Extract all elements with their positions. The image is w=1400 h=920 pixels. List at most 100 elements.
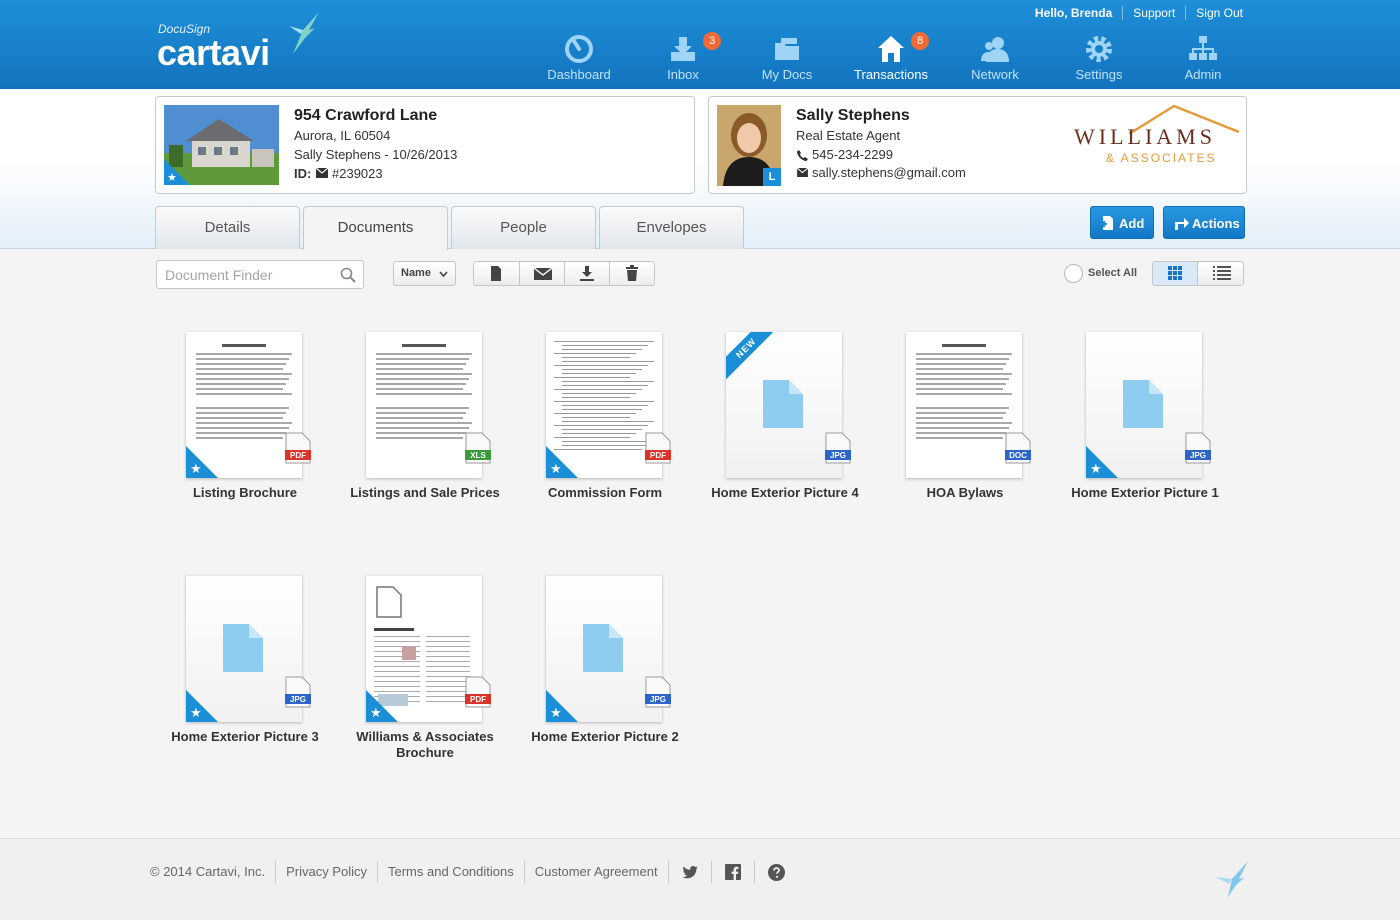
tab-documents[interactable]: Documents — [303, 206, 448, 250]
document-actions-group — [473, 261, 655, 286]
sort-select-value: Name — [401, 267, 431, 279]
twitter-icon — [682, 865, 698, 878]
nav-dashboard[interactable]: Dashboard — [527, 34, 631, 86]
document-tile[interactable]: ★ PDF Commission Form — [515, 332, 695, 522]
agent-card[interactable]: L Sally Stephens Real Estate Agent 545-2… — [708, 96, 1247, 194]
jpg-file-type-icon: JPG — [825, 432, 851, 464]
trash-icon — [626, 265, 638, 281]
actions-button-label: Actions — [1192, 216, 1240, 231]
document-name[interactable]: Home Exterior Picture 2 — [515, 729, 695, 745]
nav-network[interactable]: Network — [943, 34, 1047, 86]
brokerage-name: WILLIAMS — [1074, 124, 1216, 149]
privacy-policy-link[interactable]: Privacy Policy — [275, 861, 377, 883]
document-name[interactable]: Home Exterior Picture 4 — [695, 485, 875, 501]
document-finder-input[interactable] — [165, 265, 335, 285]
twitter-link[interactable] — [667, 861, 711, 883]
transaction-info-band: ★ 954 Crawford Lane Aurora, IL 60504 Sal… — [0, 89, 1400, 250]
file-icon — [1123, 380, 1163, 428]
inbox-badge: 3 — [703, 32, 721, 50]
document-name[interactable]: Listing Brochure — [155, 485, 335, 501]
document-tile[interactable]: ★ PDF Williams & Associates Brochure — [335, 576, 515, 766]
nav-my-docs[interactable]: My Docs — [735, 34, 839, 86]
help-icon — [767, 863, 785, 881]
svg-text:JPG: JPG — [830, 451, 846, 460]
svg-text:PDF: PDF — [290, 451, 306, 460]
tab-people[interactable]: People — [451, 206, 596, 249]
document-tile[interactable]: NEW JPG Home Exterior Picture 4 — [695, 332, 875, 522]
document-name[interactable]: Williams & Associates Brochure — [335, 729, 515, 761]
document-tile[interactable]: ★ JPG Home Exterior Picture 1 — [1055, 332, 1235, 522]
envelope-icon — [534, 267, 552, 280]
email-document-button[interactable] — [519, 262, 564, 285]
help-link[interactable] — [753, 861, 798, 883]
add-button-label: Add — [1119, 216, 1145, 231]
document-tile[interactable]: XLS Listings and Sale Prices — [335, 332, 515, 522]
nav-label: Admin — [1184, 67, 1222, 82]
document-name[interactable]: Listings and Sale Prices — [335, 485, 515, 501]
document-tile[interactable]: ★ JPG Home Exterior Picture 2 — [515, 576, 695, 766]
property-owner-date: Sally Stephens - 10/26/2013 — [294, 147, 458, 162]
terms-link[interactable]: Terms and Conditions — [377, 861, 524, 883]
logo-cartavi-text: cartavi — [157, 32, 270, 73]
nav-settings[interactable]: Settings — [1047, 34, 1151, 86]
jpg-file-type-icon: JPG — [645, 676, 671, 708]
document-tile[interactable]: ★ PDF Listing Brochure — [155, 332, 335, 522]
search-icon[interactable] — [340, 267, 356, 283]
agent-name: Sally Stephens — [796, 107, 910, 124]
nav-label: Inbox — [667, 67, 699, 82]
facebook-icon — [724, 864, 741, 880]
property-address: 954 Crawford Lane — [294, 107, 438, 124]
document-name[interactable]: Home Exterior Picture 1 — [1055, 485, 1235, 501]
hummingbird-icon — [1216, 861, 1248, 897]
sign-out-link[interactable]: Sign Out — [1185, 6, 1243, 20]
my-docs-icon — [775, 38, 799, 60]
envelope-icon — [316, 168, 328, 178]
facebook-link[interactable] — [710, 861, 754, 883]
envelope-icon — [797, 168, 808, 177]
copyright-text: © 2014 Cartavi, Inc. — [150, 864, 266, 879]
document-name[interactable]: Commission Form — [515, 485, 695, 501]
sort-select[interactable]: Name — [393, 261, 456, 286]
document-name[interactable]: Home Exterior Picture 3 — [155, 729, 335, 745]
org-chart-icon — [1189, 36, 1217, 60]
add-button[interactable]: Add — [1090, 206, 1154, 239]
documents-toolbar: Name Select All — [0, 250, 1400, 300]
document-tile[interactable]: DOC HOA Bylaws — [875, 332, 1055, 522]
svg-text:XLS: XLS — [470, 451, 486, 460]
nav-admin[interactable]: Admin — [1151, 34, 1255, 86]
nav-inbox[interactable]: 3 Inbox — [631, 32, 735, 86]
nav-label: Dashboard — [547, 67, 611, 82]
select-all-radio[interactable] — [1064, 264, 1083, 283]
nav-transactions[interactable]: 8 Transactions — [839, 32, 943, 86]
pdf-file-type-icon: PDF — [465, 676, 491, 708]
property-photo: ★ — [164, 105, 279, 185]
view-document-button[interactable] — [474, 262, 519, 285]
delete-document-button[interactable] — [609, 262, 654, 285]
file-icon — [223, 624, 263, 672]
chevron-down-icon — [439, 271, 448, 277]
customer-agreement-link[interactable]: Customer Agreement — [523, 861, 668, 883]
tab-details[interactable]: Details — [155, 206, 300, 249]
agent-phone[interactable]: 545-234-2299 — [812, 147, 893, 162]
document-name[interactable]: HOA Bylaws — [875, 485, 1055, 501]
pdf-file-type-icon: PDF — [285, 432, 311, 464]
download-icon — [580, 266, 594, 281]
svg-text:PDF: PDF — [650, 451, 666, 460]
support-link[interactable]: Support — [1122, 6, 1185, 20]
document-icon — [491, 266, 501, 281]
svg-text:DOC: DOC — [1009, 451, 1027, 460]
inbox-icon — [671, 37, 695, 61]
list-view-button[interactable] — [1198, 262, 1243, 285]
pdf-file-type-icon: PDF — [645, 432, 671, 464]
document-tile[interactable]: ★ JPG Home Exterior Picture 3 — [155, 576, 335, 766]
agent-email[interactable]: sally.stephens@gmail.com — [812, 165, 966, 180]
star-icon: ★ — [370, 705, 382, 720]
tab-envelopes[interactable]: Envelopes — [599, 206, 744, 249]
footer-links: © 2014 Cartavi, Inc. Privacy Policy Term… — [150, 861, 798, 883]
svg-text:JPG: JPG — [650, 695, 666, 704]
grid-icon — [1168, 266, 1182, 280]
download-document-button[interactable] — [564, 262, 609, 285]
actions-button[interactable]: Actions — [1163, 206, 1245, 239]
grid-view-button[interactable] — [1153, 262, 1198, 285]
property-card[interactable]: ★ 954 Crawford Lane Aurora, IL 60504 Sal… — [155, 96, 695, 194]
